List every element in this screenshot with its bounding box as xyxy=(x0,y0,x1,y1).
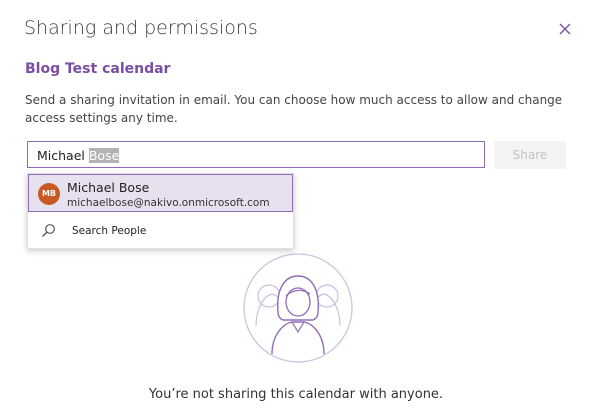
close-icon[interactable] xyxy=(556,20,574,38)
suggestion-item[interactable]: MB Michael Bose michaelbose@nakivo.onmic… xyxy=(28,174,293,212)
people-group-icon xyxy=(243,253,353,363)
suggestion-email: michaelbose@nakivo.onmicrosoft.com xyxy=(67,197,270,209)
invite-input[interactable]: Michael Bose xyxy=(27,141,485,168)
people-suggestions-dropdown: MB Michael Bose michaelbose@nakivo.onmic… xyxy=(27,173,294,249)
avatar: MB xyxy=(38,183,60,205)
typed-text: Michael xyxy=(37,148,89,163)
search-icon xyxy=(42,224,55,237)
suggestion-name: Michael Bose xyxy=(67,180,150,195)
search-people-label: Search People xyxy=(72,225,147,237)
sharing-description: Send a sharing invitation in email. You … xyxy=(25,93,563,125)
dialog-title: Sharing and permissions xyxy=(24,17,258,39)
calendar-name: Blog Test calendar xyxy=(25,61,171,77)
invite-input-value: Michael Bose xyxy=(37,148,120,163)
sharing-dialog: Sharing and permissions Blog Test calend… xyxy=(0,0,592,416)
autocomplete-selection: Bose xyxy=(88,148,120,163)
share-button[interactable]: Share xyxy=(494,141,566,169)
empty-state-message: You’re not sharing this calendar with an… xyxy=(148,387,444,402)
search-people-option[interactable]: Search People xyxy=(28,213,293,249)
